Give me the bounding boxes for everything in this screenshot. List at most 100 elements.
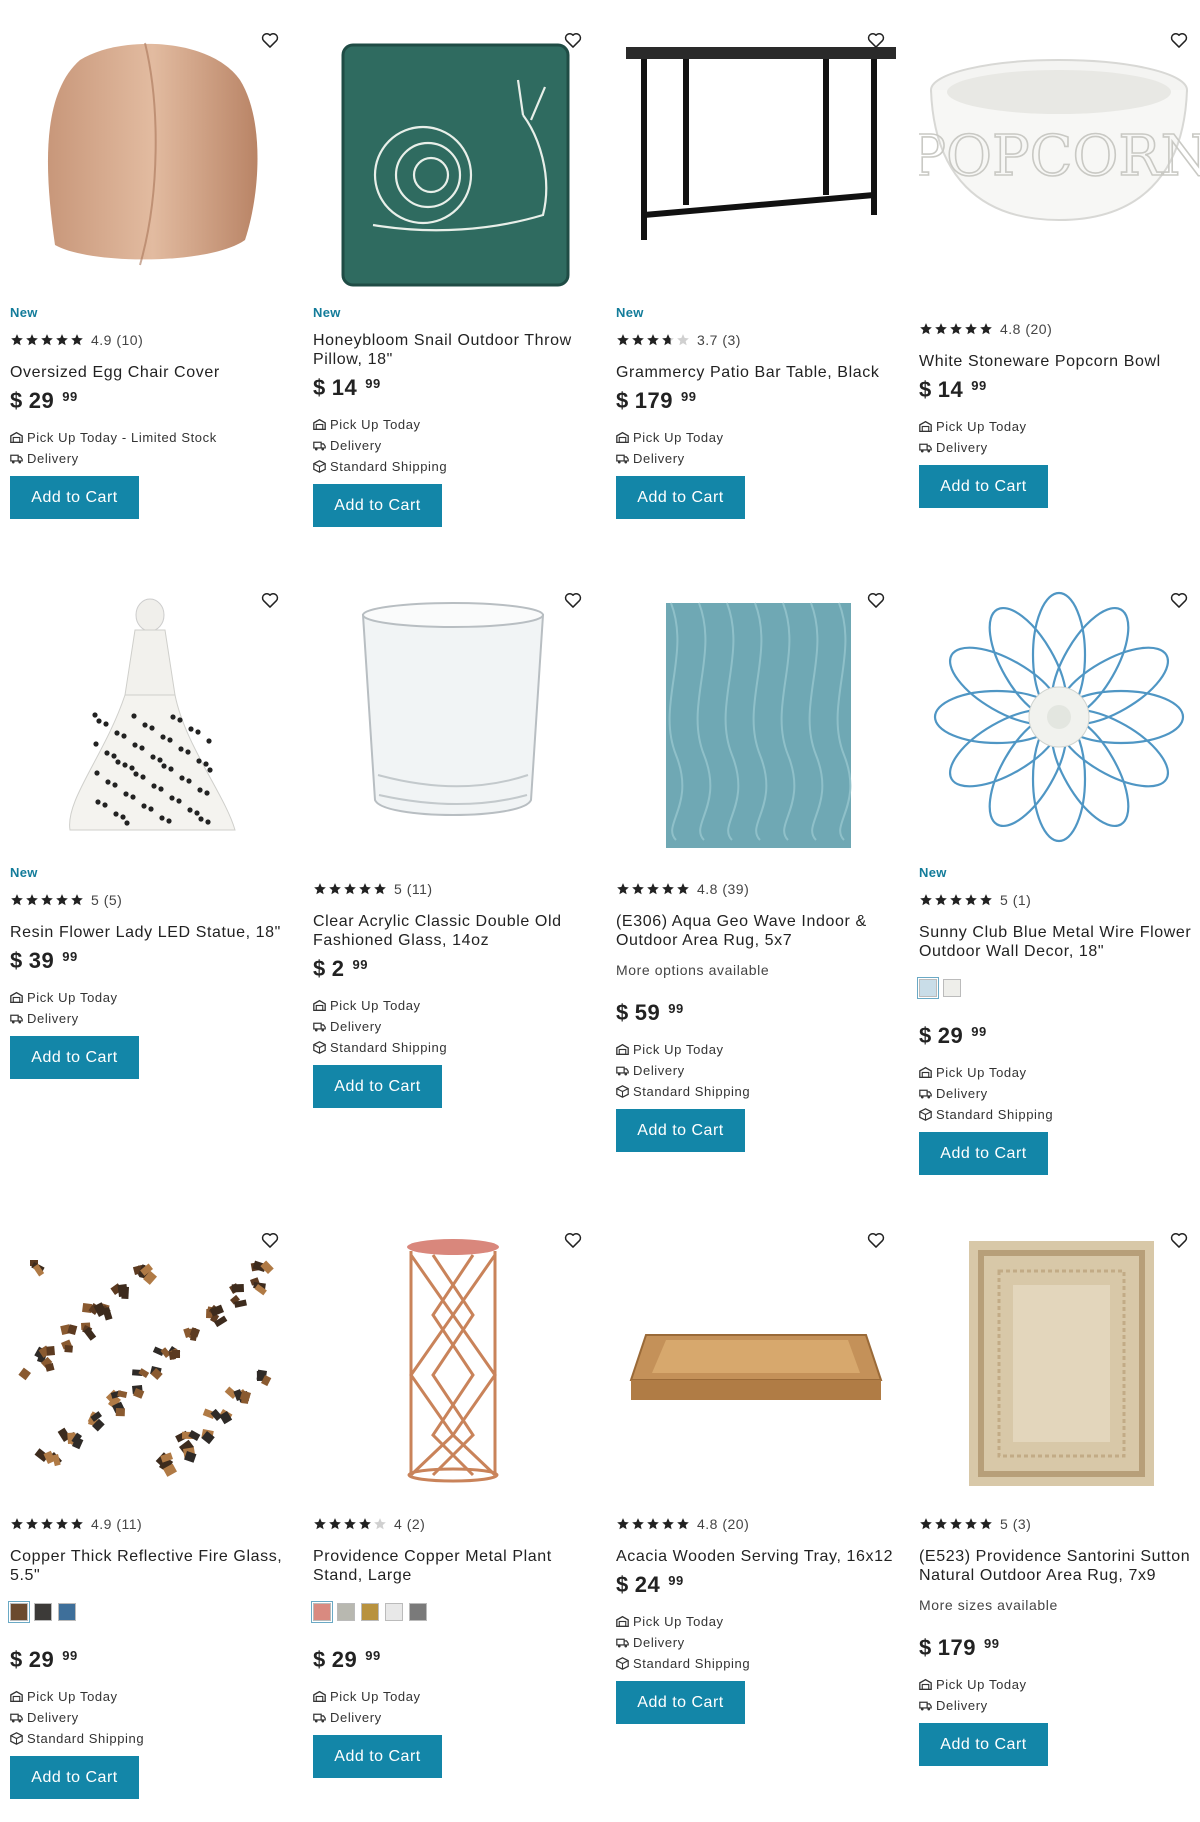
favorite-heart-icon[interactable] [866,590,886,610]
favorite-heart-icon[interactable] [563,1230,583,1250]
color-swatch[interactable] [409,1603,427,1621]
rating[interactable]: 4.9 (10) [10,331,293,349]
add-to-cart-button[interactable]: Add to Cart [616,476,745,519]
fulfillment-option: Standard Shipping [616,1082,899,1100]
new-badge: New [919,865,947,880]
rating[interactable]: 3.7 (3) [616,331,899,349]
new-badge: New [616,305,644,320]
rating[interactable]: 5 (5) [10,891,293,909]
new-badge: New [10,865,38,880]
color-swatch[interactable] [58,1603,76,1621]
add-to-cart-button[interactable]: Add to Cart [10,476,139,519]
store-icon [10,431,27,444]
favorite-heart-icon[interactable] [866,1230,886,1250]
add-to-cart-button[interactable]: Add to Cart [10,1036,139,1079]
product-title[interactable]: Honeybloom Snail Outdoor Throw Pillow, 18… [313,331,596,369]
fulfillment-option: Pick Up Today [919,1063,1200,1081]
star-rating-icon [313,1517,388,1531]
rating-value: 3.7 [697,332,718,348]
star-rating-icon [313,882,388,896]
rating[interactable]: 5 (11) [313,880,596,898]
natural-rug-image[interactable] [919,1225,1200,1505]
color-swatch[interactable] [311,1601,333,1623]
favorite-heart-icon[interactable] [1169,1230,1189,1250]
favorite-heart-icon[interactable] [1169,590,1189,610]
truck-icon [919,441,936,454]
color-swatch[interactable] [385,1603,403,1621]
favorite-heart-icon[interactable] [866,30,886,50]
wire-flower-image[interactable] [919,585,1200,865]
favorite-heart-icon[interactable] [563,590,583,610]
fulfillment-option: Pick Up Today [616,1040,899,1058]
fulfillment-option: Delivery [10,1009,293,1027]
serving-tray-image[interactable] [616,1225,899,1505]
acrylic-glass-image[interactable] [313,585,596,865]
rating[interactable]: 5 (1) [919,891,1200,909]
price: $29 99 [10,1647,78,1672]
product-title[interactable]: Sunny Club Blue Metal Wire Flower Outdoor… [919,923,1200,961]
snail-pillow-image[interactable] [313,25,596,305]
egg-chair-cover-image[interactable] [10,25,293,305]
add-to-cart-button[interactable]: Add to Cart [313,484,442,527]
box-icon [313,1040,330,1054]
color-swatch[interactable] [34,1603,52,1621]
add-to-cart-button[interactable]: Add to Cart [919,1723,1048,1766]
product-title[interactable]: Clear Acrylic Classic Double Old Fashione… [313,912,596,950]
review-count: (10) [116,332,144,348]
rating[interactable]: 4 (2) [313,1515,596,1533]
plant-stand-image[interactable] [313,1225,596,1505]
rating[interactable]: 5 (3) [919,1515,1200,1533]
bar-table-image[interactable] [616,25,899,305]
color-swatch[interactable] [917,977,939,999]
fulfillment-option: Standard Shipping [919,1105,1200,1123]
add-to-cart-button[interactable]: Add to Cart [313,1735,442,1778]
box-icon [616,1656,633,1670]
rating[interactable]: 4.8 (39) [616,880,899,898]
more-options-link[interactable]: More options available [616,962,899,978]
rating[interactable]: 4.9 (11) [10,1515,293,1533]
favorite-heart-icon[interactable] [1169,30,1189,50]
price: $29 99 [919,1023,987,1048]
color-swatch[interactable] [361,1603,379,1621]
flower-lady-statue-image[interactable] [10,585,293,865]
favorite-heart-icon[interactable] [260,30,280,50]
product-title[interactable]: Grammercy Patio Bar Table, Black [616,363,899,382]
add-to-cart-button[interactable]: Add to Cart [313,1065,442,1108]
fulfillment-option: Standard Shipping [313,457,596,475]
product-title[interactable]: (E306) Aqua Geo Wave Indoor & Outdoor Are… [616,912,899,950]
color-swatch[interactable] [8,1601,30,1623]
popcorn-bowl-image[interactable]: POPCORN [919,25,1200,305]
add-to-cart-button[interactable]: Add to Cart [616,1109,745,1152]
add-to-cart-button[interactable]: Add to Cart [10,1756,139,1799]
fulfillment-option: Pick Up Today [919,1675,1200,1693]
product-title[interactable]: Providence Copper Metal Plant Stand, Larg… [313,1547,596,1585]
review-count: (1) [1012,892,1032,908]
add-to-cart-button[interactable]: Add to Cart [919,465,1048,508]
product-title[interactable]: Resin Flower Lady LED Statue, 18" [10,923,293,942]
color-swatches [311,1601,596,1625]
price: $39 99 [10,948,78,973]
fulfillment-option: Pick Up Today [10,988,293,1006]
review-count: (11) [116,1516,143,1532]
star-rating-icon [616,882,691,896]
favorite-heart-icon[interactable] [260,590,280,610]
color-swatch[interactable] [337,1603,355,1621]
color-swatch[interactable] [943,979,961,997]
star-rating-icon [919,322,994,336]
favorite-heart-icon[interactable] [260,1230,280,1250]
product-title[interactable]: White Stoneware Popcorn Bowl [919,352,1200,371]
fulfillment-option: Delivery [10,449,293,467]
rating[interactable]: 4.8 (20) [616,1515,899,1533]
more-options-link[interactable]: More sizes available [919,1597,1200,1613]
favorite-heart-icon[interactable] [563,30,583,50]
aqua-rug-image[interactable] [616,585,899,865]
rating[interactable]: 4.8 (20) [919,320,1200,338]
product-title[interactable]: Oversized Egg Chair Cover [10,363,293,382]
product-title[interactable]: Acacia Wooden Serving Tray, 16x12 [616,1547,899,1566]
product-title[interactable]: Copper Thick Reflective Fire Glass, 5.5" [10,1547,293,1585]
fire-glass-image[interactable] [10,1225,293,1505]
fulfillment-option: Standard Shipping [313,1038,596,1056]
add-to-cart-button[interactable]: Add to Cart [616,1681,745,1724]
product-title[interactable]: (E523) Providence Santorini Sutton Natura… [919,1547,1200,1585]
add-to-cart-button[interactable]: Add to Cart [919,1132,1048,1175]
